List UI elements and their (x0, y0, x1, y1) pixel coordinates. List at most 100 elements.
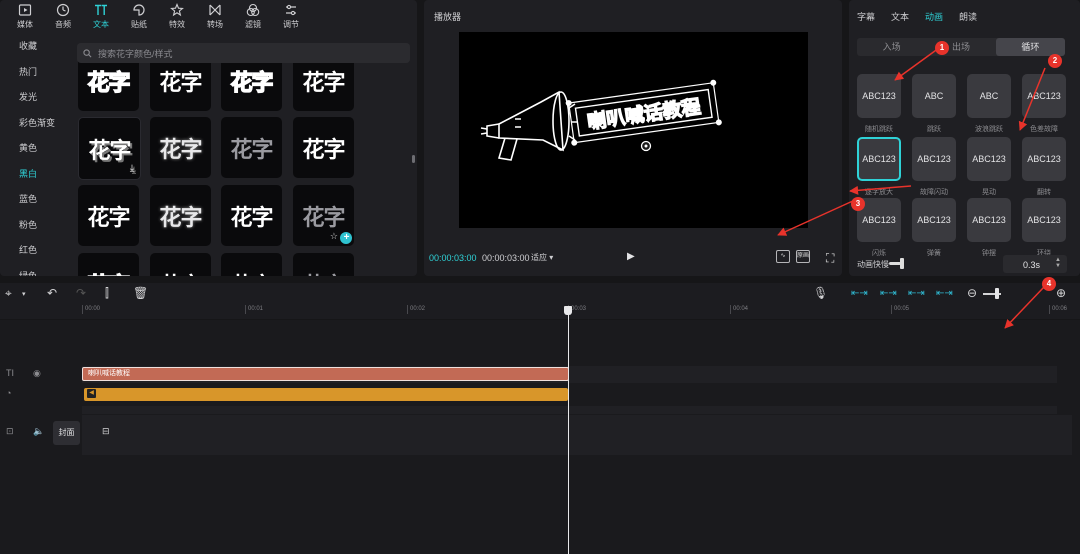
toolbar-item-sticker[interactable]: 贴纸 (120, 0, 158, 32)
category-item[interactable]: 发光 (0, 85, 68, 111)
magnet-icon[interactable]: ⇤⇥ (851, 288, 868, 299)
ruler-tick-label: 00:05 (894, 306, 910, 312)
decrease-icon[interactable]: ▼ (1055, 263, 1061, 269)
main-video-track[interactable] (82, 415, 1072, 455)
text-style-tile[interactable]: 花字 (221, 117, 282, 178)
waveform-view-button[interactable]: ∿ (776, 250, 790, 263)
zoom-in-icon[interactable]: ⊕ (1056, 286, 1066, 300)
select-tool-icon[interactable]: ⌖ (5, 286, 12, 301)
waveform-icon: ∿ (780, 253, 786, 259)
category-item[interactable]: 黄色 (0, 136, 68, 162)
link-icon[interactable]: ⇤⇥ (880, 288, 897, 299)
playhead-handle[interactable] (564, 306, 572, 315)
cover-button[interactable]: 封面 (53, 421, 80, 445)
category-item[interactable]: 红色 (0, 238, 68, 264)
toolbar-item-effects[interactable]: 特效 (158, 0, 196, 32)
add-icon[interactable]: + (340, 232, 352, 244)
category-item-selected[interactable]: 黑白 (0, 162, 68, 188)
text-clip[interactable]: 喇叭喊话教程 (82, 367, 569, 381)
text-style-tile[interactable]: 花字 (221, 253, 282, 276)
ruler-tick-label: 00:01 (248, 306, 264, 312)
text-style-tile[interactable]: 花字 (78, 185, 139, 246)
animation-preset[interactable]: ABC123 (1022, 74, 1066, 118)
zoom-slider-handle[interactable] (995, 288, 999, 299)
toolbar-item-text[interactable]: 文本 (82, 0, 120, 32)
text-style-tile[interactable]: 花字 (221, 185, 282, 246)
category-item[interactable]: 彩色渐变 (0, 111, 68, 137)
animation-preset-selected[interactable]: ABC123 (857, 137, 901, 181)
animation-preset[interactable]: ABC123 (857, 74, 901, 118)
delete-icon[interactable]: 🗑 (133, 286, 148, 300)
animation-preset[interactable]: ABC (912, 74, 956, 118)
lock-icon[interactable]: ⊡ (6, 426, 14, 437)
toolbar-item-audio[interactable]: 音频 (44, 0, 82, 32)
filter-icon (246, 3, 260, 16)
animation-preset[interactable]: ABC123 (912, 198, 956, 242)
category-item[interactable]: 绿色 (0, 264, 68, 277)
ruler-tick-line (245, 305, 246, 314)
toolbar-item-adjust[interactable]: 调节 (272, 0, 310, 32)
transition-icon (209, 4, 221, 15)
text-style-tile[interactable]: 花字 ⤓ (78, 117, 141, 180)
text-style-tile[interactable]: 花字 (293, 117, 354, 178)
preview-axis-icon[interactable]: ⇤⇥ (908, 288, 925, 299)
sticker-clip[interactable] (84, 388, 568, 401)
animation-preset[interactable]: ABC123 (967, 198, 1011, 242)
snap-icon[interactable]: ⇤⇥ (936, 288, 953, 299)
speed-slider-handle[interactable] (900, 258, 904, 269)
toolbar-item-filter[interactable]: 滤镜 (234, 0, 272, 32)
toolbar-item-label: 滤镜 (245, 19, 261, 29)
undo-icon[interactable]: ↶ (47, 286, 57, 300)
animation-preset[interactable]: ABC123 (1022, 137, 1066, 181)
play-button[interactable]: ▶ (627, 251, 635, 262)
text-style-tile[interactable]: 花字 (78, 253, 139, 276)
film-icon[interactable]: ⊟ (102, 426, 110, 437)
segment-in[interactable]: 入场 (857, 38, 926, 56)
animation-preset[interactable]: ABC (967, 74, 1011, 118)
split-icon[interactable]: ⫿ (105, 286, 109, 301)
original-quality-button[interactable]: 原画 (796, 250, 810, 263)
redo-icon[interactable]: ↷ (76, 286, 86, 300)
eye-icon[interactable]: ◉ (33, 368, 41, 379)
animation-preset[interactable]: ABC123 (912, 137, 956, 181)
ruler-tick-line (730, 305, 731, 314)
video-canvas[interactable]: 喇叭喊话教程 (459, 32, 808, 228)
properties-tabs: 字幕 文本 动画 朗读 (857, 10, 993, 23)
current-time: 00:00:03:00 (429, 253, 477, 263)
tab-subtitle[interactable]: 字幕 (857, 10, 875, 23)
animation-preset[interactable]: ABC123 (967, 137, 1011, 181)
favorite-star-icon[interactable]: ☆ (330, 231, 338, 242)
animation-preset-label: 波浪跳跃 (975, 126, 1003, 133)
animation-preset-label: 晃动 (982, 189, 996, 196)
tab-animation[interactable]: 动画 (925, 10, 943, 23)
search-input[interactable]: 搜索花字颜色/样式 (77, 43, 410, 63)
speed-stepper[interactable]: ▲ ▼ (1055, 257, 1061, 269)
playhead[interactable] (568, 309, 569, 554)
category-item[interactable]: 粉色 (0, 213, 68, 239)
text-style-tile[interactable]: 花字 (293, 253, 354, 276)
animation-preset[interactable]: ABC123 (1022, 198, 1066, 242)
step-badge: 4 (1042, 277, 1056, 291)
toolbar-item-media[interactable]: 媒体 (6, 0, 44, 32)
toolbar-item-transition[interactable]: 转场 (196, 0, 234, 32)
text-style-tile[interactable]: 花字 (150, 185, 211, 246)
download-icon[interactable]: ⤓ (130, 163, 134, 174)
timeline-ruler[interactable] (0, 305, 1080, 319)
category-item[interactable]: 收藏 (0, 34, 68, 60)
ratio-dropdown[interactable]: 适应 ▾ (531, 252, 553, 263)
toolbar-item-label: 特效 (169, 19, 185, 29)
speed-value[interactable]: 0.3s (1023, 260, 1040, 270)
category-item[interactable]: 蓝色 (0, 187, 68, 213)
audio-mute-icon[interactable]: 🔈 (33, 426, 44, 437)
category-item[interactable]: 热门 (0, 60, 68, 86)
text-style-tile[interactable]: 花字 ☆ + (293, 185, 354, 246)
chevron-down-icon[interactable]: ▾ (22, 290, 26, 298)
gallery-scrollbar[interactable] (412, 155, 415, 163)
text-style-tile[interactable]: 花字 (150, 117, 211, 178)
fullscreen-icon[interactable]: ⛶ (826, 251, 834, 266)
tab-read-aloud[interactable]: 朗读 (959, 10, 977, 23)
text-style-tile[interactable]: 花字 (150, 253, 211, 276)
microphone-icon[interactable]: 🎙 (813, 286, 828, 300)
tab-text[interactable]: 文本 (891, 10, 909, 23)
zoom-out-icon[interactable]: ⊖ (967, 286, 977, 300)
